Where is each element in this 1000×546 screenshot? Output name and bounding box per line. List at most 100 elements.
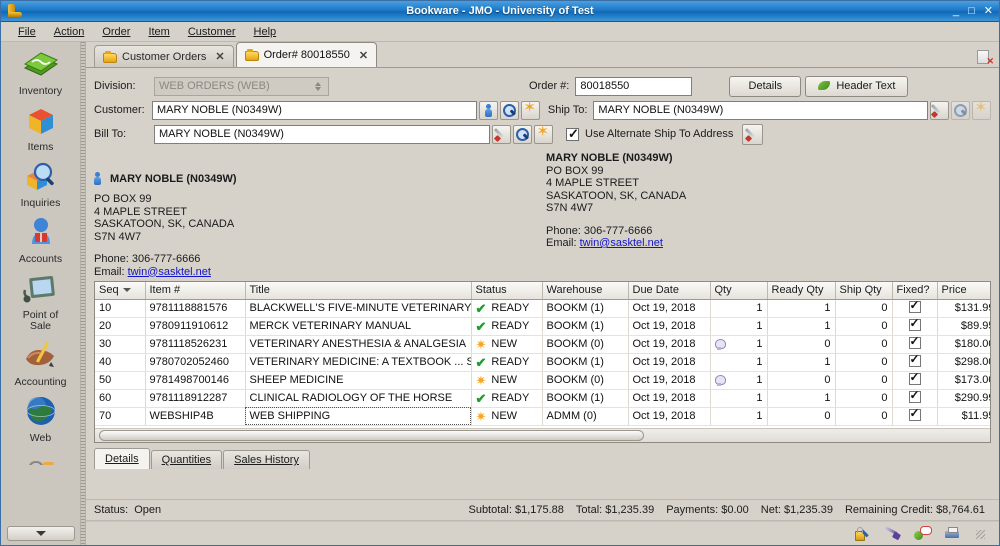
sidebar-item-point-of-sale[interactable]: Point of Sale — [2, 272, 80, 332]
window-resize-grip[interactable] — [976, 530, 985, 539]
cell-fixed[interactable] — [892, 407, 938, 426]
cell-fixed[interactable] — [892, 353, 938, 372]
column-header-status[interactable]: Status — [471, 282, 543, 300]
comment-note-icon[interactable] — [914, 526, 932, 542]
column-header-fixed[interactable]: Fixed? — [892, 282, 938, 300]
print-icon[interactable] — [944, 527, 961, 542]
security-lock-icon[interactable] — [854, 527, 871, 542]
fixed-checkbox[interactable] — [908, 353, 921, 367]
use-alternate-shipto-checkbox[interactable] — [566, 126, 579, 142]
sidebar-item-accounts[interactable]: Accounts — [2, 216, 80, 265]
customer-search-button[interactable] — [499, 100, 519, 120]
menu-item-customer[interactable]: Customer — [179, 24, 245, 40]
cell-due-date: Oct 19, 2018 — [628, 299, 711, 318]
table-row[interactable]: 70 WEBSHIP4B WEB SHIPPING ✷ NEW ADMM (0) Oct 1… — [95, 407, 990, 426]
fixed-checkbox[interactable] — [908, 317, 921, 331]
sidebar-item-inquiries[interactable]: Inquiries — [2, 160, 80, 209]
tab-customer-orders[interactable]: Customer Orders ✕ — [94, 45, 234, 67]
table-row[interactable]: 20 9780911910612 MERCK VETERINARY MANUAL ✔ R… — [95, 317, 990, 336]
maximize-button[interactable]: □ — [968, 5, 975, 17]
order-number-label: Order #: — [529, 80, 570, 92]
cell-seq: 10 — [95, 299, 146, 318]
column-header-qty[interactable]: Qty — [710, 282, 768, 300]
close-document-button[interactable] — [977, 50, 993, 65]
sidebar-item-inventory[interactable]: Inventory — [2, 48, 80, 97]
fixed-checkbox[interactable] — [908, 407, 921, 421]
fixed-checkbox[interactable] — [908, 299, 921, 313]
status-bar: Status: Open Subtotal: $1,175.88 Total: … — [86, 499, 999, 521]
menu-item-action[interactable]: Action — [45, 24, 94, 40]
ship-email-link[interactable]: twin@sasktel.net — [580, 237, 663, 249]
table-row[interactable]: 10 9781118881576 BLACKWELL'S FIVE-MINUTE V… — [95, 299, 990, 318]
tab-close-icon[interactable]: ✕ — [359, 49, 368, 62]
sidebar-item-items[interactable]: Items — [2, 104, 80, 153]
table-row[interactable]: 50 9781498700146 SHEEP MEDICINE ✷ NEW BOOKM (… — [95, 371, 990, 390]
bill-email-link[interactable]: twin@sasktel.net — [128, 266, 211, 278]
shipto-search-button[interactable] — [950, 100, 970, 120]
minimize-button[interactable]: _ — [953, 5, 959, 17]
shipto-edit-button[interactable] — [929, 100, 949, 120]
customer-field[interactable]: MARY NOBLE (N0349W) — [151, 100, 477, 120]
close-button[interactable]: ✕ — [984, 5, 993, 17]
scrollbar-thumb[interactable] — [99, 430, 644, 441]
sidebar-item-web[interactable]: Web — [2, 395, 80, 444]
cell-qty: 1 — [710, 353, 768, 372]
fixed-checkbox[interactable] — [908, 371, 921, 385]
column-header-warehouse[interactable]: Warehouse — [542, 282, 629, 300]
sidebar-item-partial[interactable] — [2, 451, 80, 465]
order-number-field[interactable]: 80018550 — [575, 76, 693, 96]
table-row[interactable]: 30 9781118526231 VETERINARY ANESTHESIA & A… — [95, 335, 990, 354]
menu-item-file[interactable]: File — [9, 24, 45, 40]
shipto-new-button[interactable] — [971, 100, 991, 120]
menu-item-help[interactable]: Help — [245, 24, 286, 40]
spinner-icon[interactable] — [311, 81, 324, 91]
magic-wand-icon[interactable] — [884, 527, 901, 542]
details-button[interactable]: Details — [729, 75, 802, 97]
cell-fixed[interactable] — [892, 335, 938, 354]
tab-close-icon[interactable]: ✕ — [215, 50, 224, 63]
alternate-shipto-edit-button[interactable] — [742, 123, 764, 145]
billto-search-button[interactable] — [513, 124, 532, 144]
tab-details[interactable]: Details — [94, 448, 150, 469]
fixed-checkbox[interactable] — [908, 335, 921, 349]
division-field[interactable]: WEB ORDERS (WEB) — [154, 76, 329, 96]
sidebar-label-accounting: Accounting — [14, 376, 67, 388]
cell-fixed[interactable] — [892, 389, 938, 408]
column-header-title[interactable]: Title — [245, 282, 472, 300]
form-row-division: Division: WEB ORDERS (WEB) Order #: 8001… — [94, 74, 991, 98]
table-row[interactable]: 40 9780702052460 VETERINARY MEDICINE: A TE… — [95, 353, 990, 372]
column-header-seq[interactable]: Seq — [95, 282, 146, 300]
sidebar-item-accounting[interactable]: Accounting — [2, 339, 80, 388]
cell-ship-qty: 0 — [835, 335, 893, 354]
address-panels: MARY NOBLE (N0349W) PO BOX 99 4 MAPLE ST… — [94, 146, 991, 281]
cell-fixed[interactable] — [892, 317, 938, 336]
cell-fixed[interactable] — [892, 371, 938, 390]
column-header-item[interactable]: Item # — [145, 282, 246, 300]
customer-person-button[interactable] — [478, 100, 498, 120]
cell-ready-qty: 1 — [767, 389, 836, 408]
sidebar-expand-button[interactable] — [7, 526, 75, 541]
header-text-button[interactable]: Header Text — [805, 75, 909, 97]
table-horizontal-scrollbar[interactable] — [95, 428, 990, 442]
menu-item-item[interactable]: Item — [139, 24, 178, 40]
menu-item-order[interactable]: Order — [93, 24, 139, 40]
customer-new-button[interactable] — [520, 100, 540, 120]
column-header-price[interactable]: Price — [937, 282, 990, 300]
tab-quantities[interactable]: Quantities — [150, 450, 223, 469]
fixed-checkbox[interactable] — [908, 389, 921, 403]
table-row[interactable]: 60 9781118912287 CLINICAL RADIOLOGY OF THE… — [95, 389, 990, 408]
cell-status: ✔ READY — [471, 317, 543, 336]
cell-fixed[interactable] — [892, 299, 938, 318]
billto-edit-button[interactable] — [492, 124, 511, 144]
money-icon — [21, 48, 61, 84]
column-header-ship-qty[interactable]: Ship Qty — [835, 282, 893, 300]
billto-field[interactable]: MARY NOBLE (N0349W) — [154, 124, 490, 144]
folder-icon — [103, 50, 117, 63]
billto-new-button[interactable] — [534, 124, 553, 144]
tab-sales-history[interactable]: Sales History — [223, 450, 310, 469]
column-header-ready-qty[interactable]: Ready Qty — [767, 282, 836, 300]
shipto-field[interactable]: MARY NOBLE (N0349W) — [593, 100, 928, 120]
column-header-due-date[interactable]: Due Date — [628, 282, 711, 300]
tab-order-80018550[interactable]: Order# 80018550 ✕ — [235, 42, 378, 67]
division-value: WEB ORDERS (WEB) — [159, 80, 270, 92]
